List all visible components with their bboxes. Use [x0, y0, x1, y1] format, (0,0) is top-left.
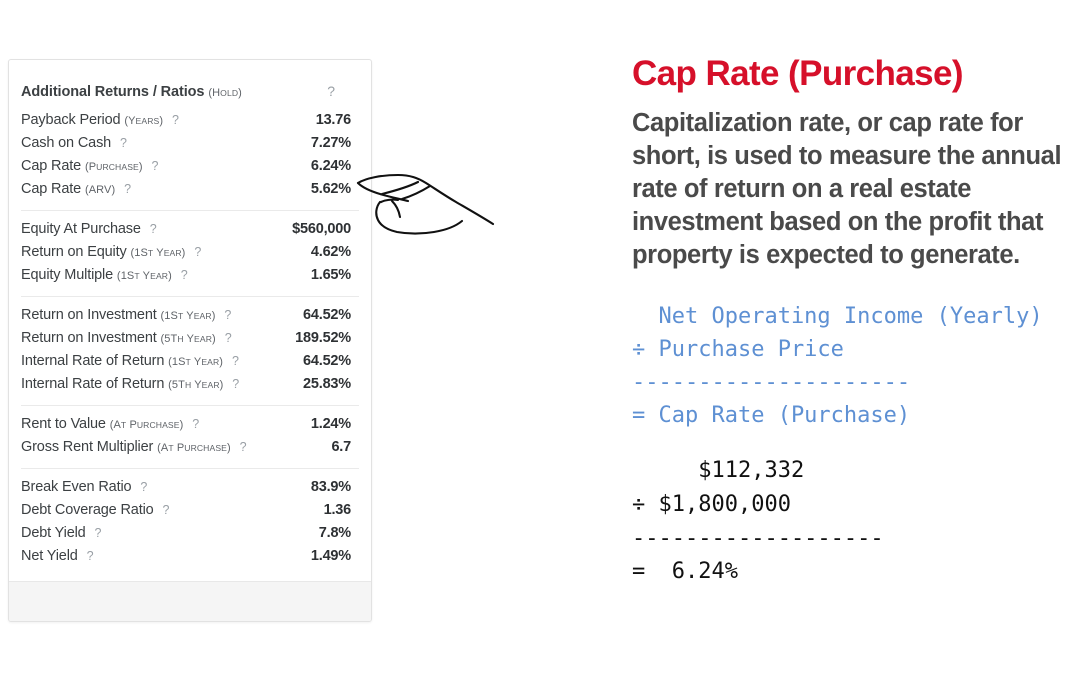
card-header: Additional Returns / Ratios (HOLD) ?: [21, 60, 359, 109]
metric-help-icon[interactable]: ?: [120, 136, 127, 150]
metric-row: Equity At Purchase ? $560,000: [21, 218, 359, 241]
metric-help-icon[interactable]: ?: [162, 503, 169, 517]
metrics-groups: Payback Period (YEARS) ? 13.76 Cash on Cas…: [21, 109, 359, 568]
metric-value: 64.52%: [303, 307, 351, 323]
metric-qualifier: (1ST YEAR): [160, 310, 216, 322]
metric-value: 13.76: [315, 112, 351, 128]
metric-row: Return on Investment (5TH YEAR) ? 189.52%: [21, 327, 359, 350]
metric-label: Equity Multiple (1ST YEAR) ?: [21, 267, 188, 283]
metric-value: 1.36: [323, 502, 352, 518]
card-body: Additional Returns / Ratios (HOLD) ? Pay…: [9, 60, 371, 568]
metric-value: 6.7: [331, 439, 351, 455]
hand-pointing-left-icon: [356, 173, 495, 235]
formula-symbolic: Net Operating Income (Yearly) ÷ Purchase…: [632, 304, 1043, 429]
metric-qualifier: (ARV): [84, 184, 116, 196]
card-header-help-icon[interactable]: ?: [327, 83, 359, 99]
metric-label: Break Even Ratio ?: [21, 479, 148, 495]
metric-value: $560,000: [292, 221, 351, 237]
metric-value: 83.9%: [310, 479, 351, 495]
metric-help-icon[interactable]: ?: [152, 159, 159, 173]
metric-value: 6.24%: [310, 158, 351, 174]
group-divider: [21, 210, 359, 211]
metric-qualifier: (1ST YEAR): [116, 270, 172, 282]
metric-help-icon[interactable]: ?: [192, 417, 199, 431]
card-title: Additional Returns / Ratios (HOLD): [21, 84, 242, 100]
metric-row: Debt Yield ? 7.8%: [21, 522, 359, 545]
explanation-panel: Cap Rate (Purchase) Capitalization rate,…: [632, 54, 1080, 656]
metric-help-icon[interactable]: ?: [87, 549, 94, 563]
metric-qualifier: (YEARS): [124, 115, 164, 127]
metric-label: Internal Rate of Return (5TH YEAR) ?: [21, 376, 240, 392]
metric-qualifier: (5TH YEAR): [168, 379, 224, 391]
metric-help-icon[interactable]: ?: [181, 268, 188, 282]
metric-help-icon[interactable]: ?: [140, 480, 147, 494]
metric-row: Cap Rate (ARV) ? 5.62%: [21, 178, 359, 201]
metric-row: Debt Coverage Ratio ? 1.36: [21, 499, 359, 522]
metric-value: 4.62%: [310, 244, 351, 260]
metric-label: Cap Rate (ARV) ?: [21, 181, 131, 197]
metric-label: Internal Rate of Return (1ST YEAR) ?: [21, 353, 239, 369]
metric-label: Payback Period (YEARS) ?: [21, 112, 179, 128]
card-title-text: Additional Returns / Ratios: [21, 84, 205, 100]
metric-qualifier: (PURCHASE): [84, 161, 143, 173]
metric-row: Return on Equity (1ST YEAR) ? 4.62%: [21, 241, 359, 264]
metric-row: Cash on Cash ? 7.27%: [21, 132, 359, 155]
metric-row: Return on Investment (1ST YEAR) ? 64.52%: [21, 304, 359, 327]
metric-label: Rent to Value (AT PURCHASE) ?: [21, 416, 200, 432]
metric-label: Return on Equity (1ST YEAR) ?: [21, 244, 202, 260]
metric-help-icon[interactable]: ?: [240, 440, 247, 454]
metric-help-icon[interactable]: ?: [172, 113, 179, 127]
metric-value: 64.52%: [303, 353, 351, 369]
card-title-qualifier: (HOLD): [208, 87, 242, 99]
additional-returns-ratios-card: Additional Returns / Ratios (HOLD) ? Pay…: [8, 59, 372, 622]
metric-help-icon[interactable]: ?: [194, 245, 201, 259]
metric-help-icon[interactable]: ?: [225, 331, 232, 345]
metric-help-icon[interactable]: ?: [232, 354, 239, 368]
group-divider: [21, 405, 359, 406]
metric-help-icon[interactable]: ?: [124, 182, 131, 196]
metric-row: Internal Rate of Return (5TH YEAR) ? 25.8…: [21, 373, 359, 396]
metric-help-icon[interactable]: ?: [150, 222, 157, 236]
metric-value: 7.8%: [318, 525, 351, 541]
card-footer: [9, 581, 371, 621]
metric-row: Rent to Value (AT PURCHASE) ? 1.24%: [21, 413, 359, 436]
metric-label: Return on Investment (1ST YEAR) ?: [21, 307, 232, 323]
metric-label: Equity At Purchase ?: [21, 221, 157, 237]
metric-help-icon[interactable]: ?: [94, 526, 101, 540]
metric-label: Debt Yield ?: [21, 525, 102, 541]
metric-label: Net Yield ?: [21, 548, 94, 564]
metric-label: Gross Rent Multiplier (AT PURCHASE) ?: [21, 439, 247, 455]
metric-qualifier: (AT PURCHASE): [157, 442, 231, 454]
metric-value: 1.65%: [310, 267, 351, 283]
metric-row: Cap Rate (PURCHASE) ? 6.24%: [21, 155, 359, 178]
metric-qualifier: (1ST YEAR): [130, 247, 186, 259]
formula-numeric: $112,332 ÷ $1,800,000 ------------------…: [632, 458, 884, 585]
metric-value: 189.52%: [295, 330, 351, 346]
metric-row: Net Yield ? 1.49%: [21, 545, 359, 568]
metric-label: Debt Coverage Ratio ?: [21, 502, 170, 518]
explanation-description: Capitalization rate, or cap rate for sho…: [632, 108, 1062, 270]
explanation-title: Cap Rate (Purchase): [632, 54, 964, 93]
metric-label: Return on Investment (5TH YEAR) ?: [21, 330, 232, 346]
metric-help-icon[interactable]: ?: [232, 377, 239, 391]
metric-row: Internal Rate of Return (1ST YEAR) ? 64.5…: [21, 350, 359, 373]
metric-help-icon[interactable]: ?: [224, 308, 231, 322]
group-divider: [21, 468, 359, 469]
metric-value: 1.24%: [310, 416, 351, 432]
metric-value: 7.27%: [310, 135, 351, 151]
metric-label: Cap Rate (PURCHASE) ?: [21, 158, 159, 174]
metric-row: Break Even Ratio ? 83.9%: [21, 476, 359, 499]
metric-row: Equity Multiple (1ST YEAR) ? 1.65%: [21, 264, 359, 287]
group-divider: [21, 296, 359, 297]
metric-row: Payback Period (YEARS) ? 13.76: [21, 109, 359, 132]
metric-value: 25.83%: [303, 376, 351, 392]
metric-value: 1.49%: [310, 548, 351, 564]
metric-row: Gross Rent Multiplier (AT PURCHASE) ? 6.7: [21, 436, 359, 459]
metric-value: 5.62%: [310, 181, 351, 197]
metric-qualifier: (5TH YEAR): [160, 333, 216, 345]
metric-label: Cash on Cash ?: [21, 135, 127, 151]
metric-qualifier: (AT PURCHASE): [109, 419, 184, 431]
metric-qualifier: (1ST YEAR): [168, 356, 224, 368]
